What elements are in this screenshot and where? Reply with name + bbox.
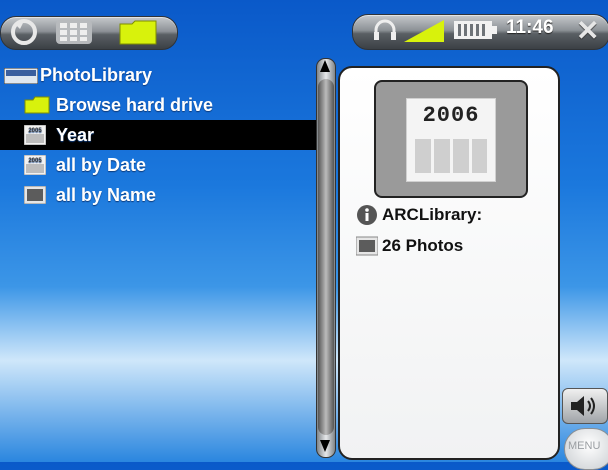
photo-icon bbox=[24, 186, 46, 204]
list-title[interactable]: PhotoLibrary bbox=[0, 60, 318, 90]
svg-text:2005: 2005 bbox=[28, 158, 42, 164]
scrollbar-thumb[interactable] bbox=[318, 79, 334, 435]
battery-icon bbox=[454, 21, 497, 39]
calendar-icon: 2005 bbox=[24, 125, 46, 145]
list-item-all-by-name[interactable]: all by Name bbox=[0, 180, 318, 210]
signal-icon bbox=[404, 20, 444, 42]
scrollbar[interactable] bbox=[316, 58, 336, 458]
photo-count-row: 26 Photos bbox=[356, 236, 463, 256]
headphones-icon bbox=[374, 19, 396, 40]
calendar-icon: 2006 bbox=[406, 98, 496, 182]
info-icon bbox=[357, 205, 377, 225]
library-icon bbox=[4, 68, 38, 84]
list-item-label: Year bbox=[56, 124, 95, 145]
scroll-up-arrow[interactable] bbox=[320, 60, 330, 72]
list-item-browse-hard-drive[interactable]: Browse hard drive bbox=[0, 90, 318, 120]
speaker-icon bbox=[571, 396, 595, 416]
folder-icon[interactable] bbox=[118, 18, 158, 46]
svg-text:2005: 2005 bbox=[28, 128, 42, 134]
menu-label: MENU bbox=[568, 440, 601, 452]
preview-thumbnail: 2006 bbox=[374, 80, 528, 198]
clock: 11:46 bbox=[506, 17, 554, 38]
volume-button[interactable] bbox=[562, 388, 608, 424]
library-info-row: ARCLibrary: bbox=[356, 204, 482, 226]
grid-icon[interactable] bbox=[56, 20, 92, 44]
photo-icon bbox=[356, 236, 378, 256]
list-item-year[interactable]: 2005 Year bbox=[0, 120, 318, 150]
preview-panel: 2006 ARCLibrary: 26 Photos bbox=[338, 66, 560, 460]
calendar-icon: 2005 bbox=[24, 155, 46, 175]
list-item-label: Browse hard drive bbox=[56, 94, 214, 115]
close-icon[interactable]: ✕ bbox=[576, 14, 599, 47]
list-item-label: all by Date bbox=[56, 154, 147, 175]
scroll-down-arrow[interactable] bbox=[320, 440, 330, 452]
list-title-label: PhotoLibrary bbox=[40, 64, 153, 85]
folder-icon bbox=[24, 96, 50, 114]
list-item-label: all by Name bbox=[56, 184, 157, 205]
sync-icon[interactable] bbox=[6, 18, 42, 46]
list-item-all-by-date[interactable]: 2005 all by Date bbox=[0, 150, 318, 180]
preview-year: 2006 bbox=[422, 103, 480, 128]
photo-library-list: PhotoLibrary Browse hard drive 2005 Year… bbox=[0, 60, 318, 210]
photo-count: 26 Photos bbox=[382, 236, 464, 255]
calendar-grid bbox=[415, 139, 487, 173]
library-name: ARCLibrary: bbox=[382, 205, 483, 224]
